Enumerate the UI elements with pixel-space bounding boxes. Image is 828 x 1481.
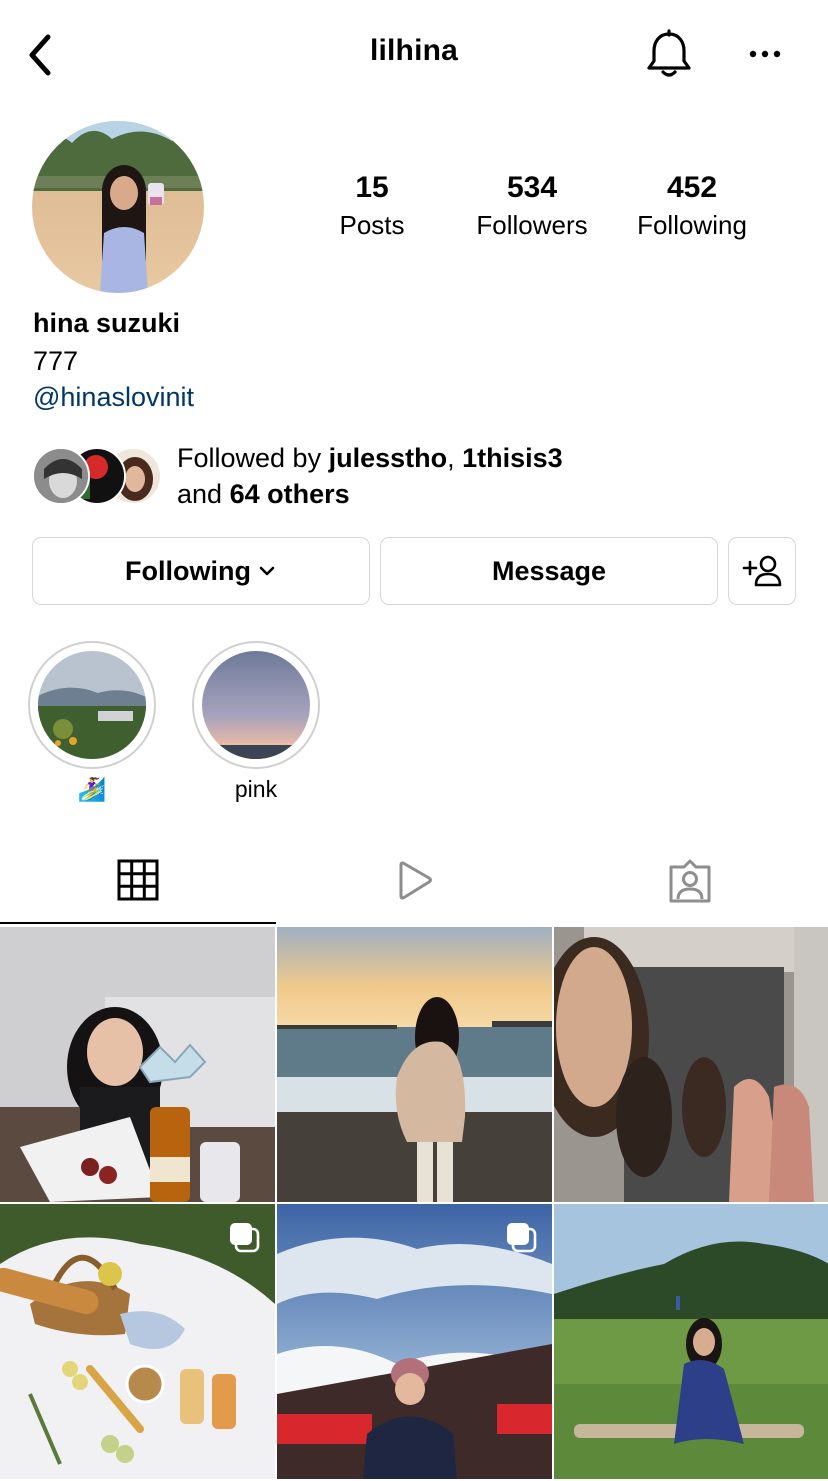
followed-by-others: 64 others: [229, 479, 350, 509]
highlight-cover: [202, 651, 310, 759]
profile-username: lilhina: [369, 34, 459, 67]
followed-by-separator: ,: [447, 443, 463, 473]
profile-tabs: [0, 838, 828, 926]
story-highlight[interactable]: [192, 641, 320, 769]
message-button-label: Message: [491, 555, 607, 586]
highlight-cover: [38, 651, 146, 759]
posts-label: Posts: [339, 210, 405, 240]
highlight-label: pink: [234, 776, 278, 802]
grid-icon: [117, 859, 159, 901]
tab-reels[interactable]: [276, 838, 552, 924]
followed-by-text[interactable]: Followed by julesstho, 1thisis3 and 64 o…: [177, 440, 563, 512]
profile-bio: 777: [33, 346, 79, 376]
followers-label: Followers: [476, 210, 588, 240]
more-horizontal-icon: [749, 50, 781, 58]
play-icon: [399, 861, 432, 900]
following-label: Following: [637, 210, 747, 240]
suggested-users-button[interactable]: [728, 537, 796, 605]
posts-stat: 15 Posts: [322, 168, 422, 242]
posts-count: 15: [355, 171, 389, 204]
profile-full-name: hina suzuki: [33, 308, 181, 338]
following-count: 452: [666, 171, 718, 204]
tab-posts-grid[interactable]: [0, 838, 276, 924]
message-button[interactable]: Message: [380, 537, 718, 605]
post-thumbnail[interactable]: [554, 1204, 828, 1479]
post-thumbnail[interactable]: [277, 927, 552, 1202]
post-thumbnail[interactable]: [554, 927, 828, 1202]
bell-icon: [647, 29, 691, 77]
more-options-button[interactable]: [740, 34, 790, 74]
followed-by-user-1: julesstho: [328, 443, 448, 473]
followers-stat[interactable]: 534 Followers: [462, 168, 602, 242]
tab-tagged[interactable]: [552, 838, 828, 924]
following-button-label: Following: [125, 555, 251, 586]
mutual-avatar: [32, 447, 90, 505]
top-bar: lilhina: [0, 0, 828, 110]
highlight-label: 🏄‍♀️: [77, 776, 107, 802]
followers-count: 534: [506, 171, 558, 204]
followed-by-and: and: [177, 479, 230, 509]
post-thumbnail[interactable]: [0, 1204, 275, 1479]
profile-avatar[interactable]: [32, 121, 204, 293]
following-stat[interactable]: 452 Following: [622, 168, 762, 242]
profile-link[interactable]: @hinaslovinit: [33, 382, 194, 413]
followed-by-user-2: 1thisis3: [462, 443, 563, 473]
chevron-down-icon: [259, 566, 275, 576]
notifications-button[interactable]: [642, 28, 696, 82]
following-button[interactable]: Following: [32, 537, 370, 605]
carousel-icon: [230, 1223, 260, 1253]
add-person-icon: [742, 555, 782, 587]
posts-grid: [0, 927, 828, 1481]
post-thumbnail[interactable]: [277, 1204, 552, 1479]
tagged-person-icon: [669, 859, 711, 903]
followed-by-prefix: Followed by: [177, 443, 329, 473]
mutual-followers-avatars[interactable]: [32, 447, 162, 505]
post-thumbnail[interactable]: [0, 927, 275, 1202]
story-highlight[interactable]: [28, 641, 156, 769]
carousel-icon: [507, 1223, 537, 1253]
